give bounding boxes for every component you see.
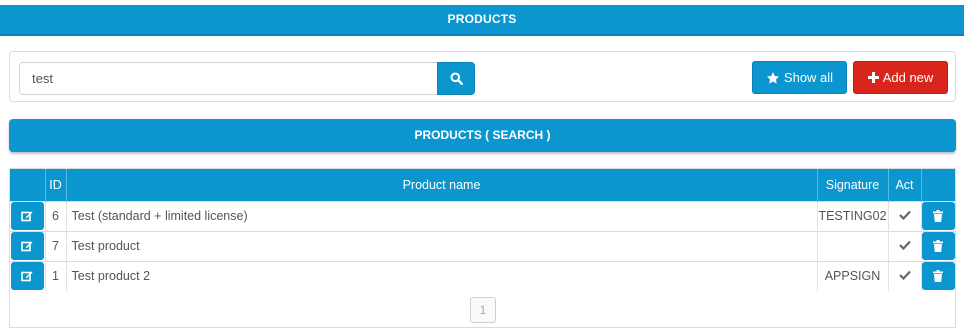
delete-cell [920,200,955,231]
product-id: 6 [44,200,66,231]
product-signature: APPSIGN [816,260,888,291]
product-signature [816,230,888,261]
product-name: Test product 2 [65,260,817,291]
delete-button[interactable] [921,262,955,291]
edit-cell [10,200,45,231]
column-header-id[interactable]: ID [44,169,66,201]
pagination-page-button[interactable]: 1 [470,297,496,323]
edit-icon [21,241,33,252]
delete-cell [920,260,955,291]
product-name: Test (standard + limited license) [65,200,817,231]
edit-button[interactable] [10,202,44,230]
edit-cell [10,230,45,261]
trash-icon [933,210,944,222]
page-title: PRODUCTS [0,5,964,36]
active-cell [887,200,921,231]
active-cell [887,230,921,261]
plus-icon [867,72,879,83]
section-title: PRODUCTS ( SEARCH ) [9,119,956,152]
trash-icon [933,270,944,283]
check-icon [898,210,911,221]
column-header-act[interactable]: Act [887,169,921,201]
add-new-label: Add new [882,70,934,85]
check-icon [898,240,911,251]
column-header-product-name[interactable]: Product name [65,169,817,201]
star-icon [766,71,779,84]
table-header-row: ID Product name Signature Act [10,169,955,201]
product-id: 1 [44,260,66,291]
search-input[interactable] [19,62,438,95]
show-all-button[interactable]: Show all [752,61,847,94]
table-row: 6 Test (standard + limited license) TEST… [10,200,955,231]
search-panel: Show all Add new [9,51,956,102]
delete-button[interactable] [921,232,955,260]
active-cell [887,260,921,291]
edit-button[interactable] [10,232,44,260]
edit-cell [10,260,45,291]
table-row: 7 Test product [10,230,955,261]
delete-button[interactable] [921,202,955,230]
trash-icon [933,240,944,252]
delete-cell [920,230,955,261]
product-signature: TESTING02 [816,200,888,231]
product-name: Test product [65,230,817,261]
check-icon [898,271,911,281]
edit-icon [21,271,33,282]
column-header-edit [10,169,45,201]
search-icon [450,72,463,85]
search-button[interactable] [437,62,475,95]
product-id: 7 [44,230,66,261]
products-table: ID Product name Signature Act 6 Test (st… [9,168,956,328]
column-header-delete [920,169,955,201]
edit-button[interactable] [10,262,44,291]
edit-icon [21,211,33,222]
show-all-label: Show all [783,70,834,85]
table-row: 1 Test product 2 APPSIGN [10,260,955,291]
column-header-signature[interactable]: Signature [816,169,888,201]
add-new-button[interactable]: Add new [853,61,948,94]
